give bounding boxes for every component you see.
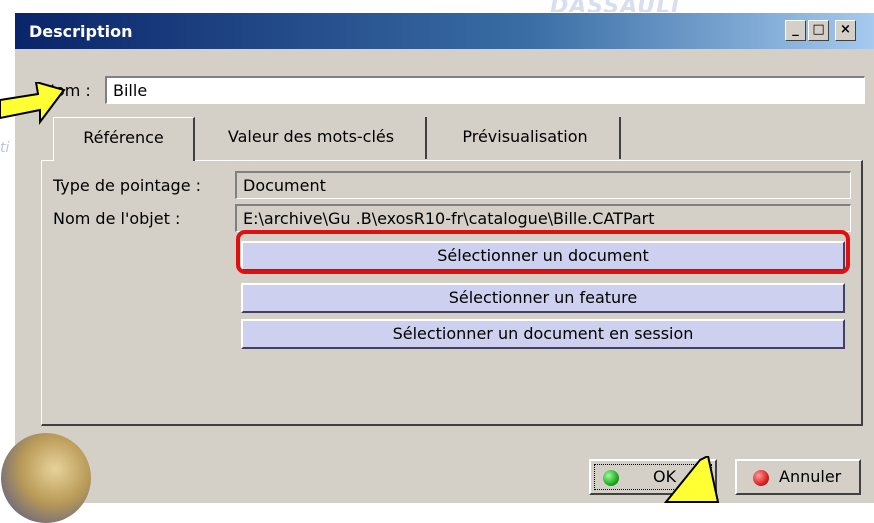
object-name-field: E:\archive\Gu .B\exosR10-fr\catalogue\Bi… (235, 204, 851, 232)
select-feature-button[interactable]: Sélectionner un feature (241, 283, 845, 313)
pointing-type-field: Document (235, 171, 851, 199)
close-button[interactable]: × (835, 20, 856, 41)
watermark-fragment: ti (0, 140, 10, 156)
cancel-button[interactable]: Annuler (735, 459, 861, 495)
minimize-button[interactable]: _ (785, 20, 806, 41)
tab-preview[interactable]: Prévisualisation (431, 117, 621, 159)
object-name-label: Nom de l'objet : (53, 209, 181, 228)
title-bar[interactable]: Description _ □ × (15, 13, 874, 49)
name-input[interactable]: Bille (105, 76, 865, 104)
cancel-red-icon (753, 470, 769, 486)
tab-reference[interactable]: Référence (53, 117, 195, 161)
window-title: Description (29, 22, 133, 41)
pointing-type-label: Type de pointage : (53, 176, 202, 195)
tab-keyword-values[interactable]: Valeur des mots-clés (197, 117, 427, 159)
select-document-in-session-button[interactable]: Sélectionner un document en session (241, 319, 845, 349)
callout-pointer-icon (663, 456, 720, 503)
cancel-label: Annuler (779, 467, 842, 486)
maximize-button[interactable]: □ (808, 20, 829, 41)
highlight-frame (236, 230, 850, 274)
ok-green-icon (603, 470, 619, 486)
decorative-globe (1, 433, 91, 523)
